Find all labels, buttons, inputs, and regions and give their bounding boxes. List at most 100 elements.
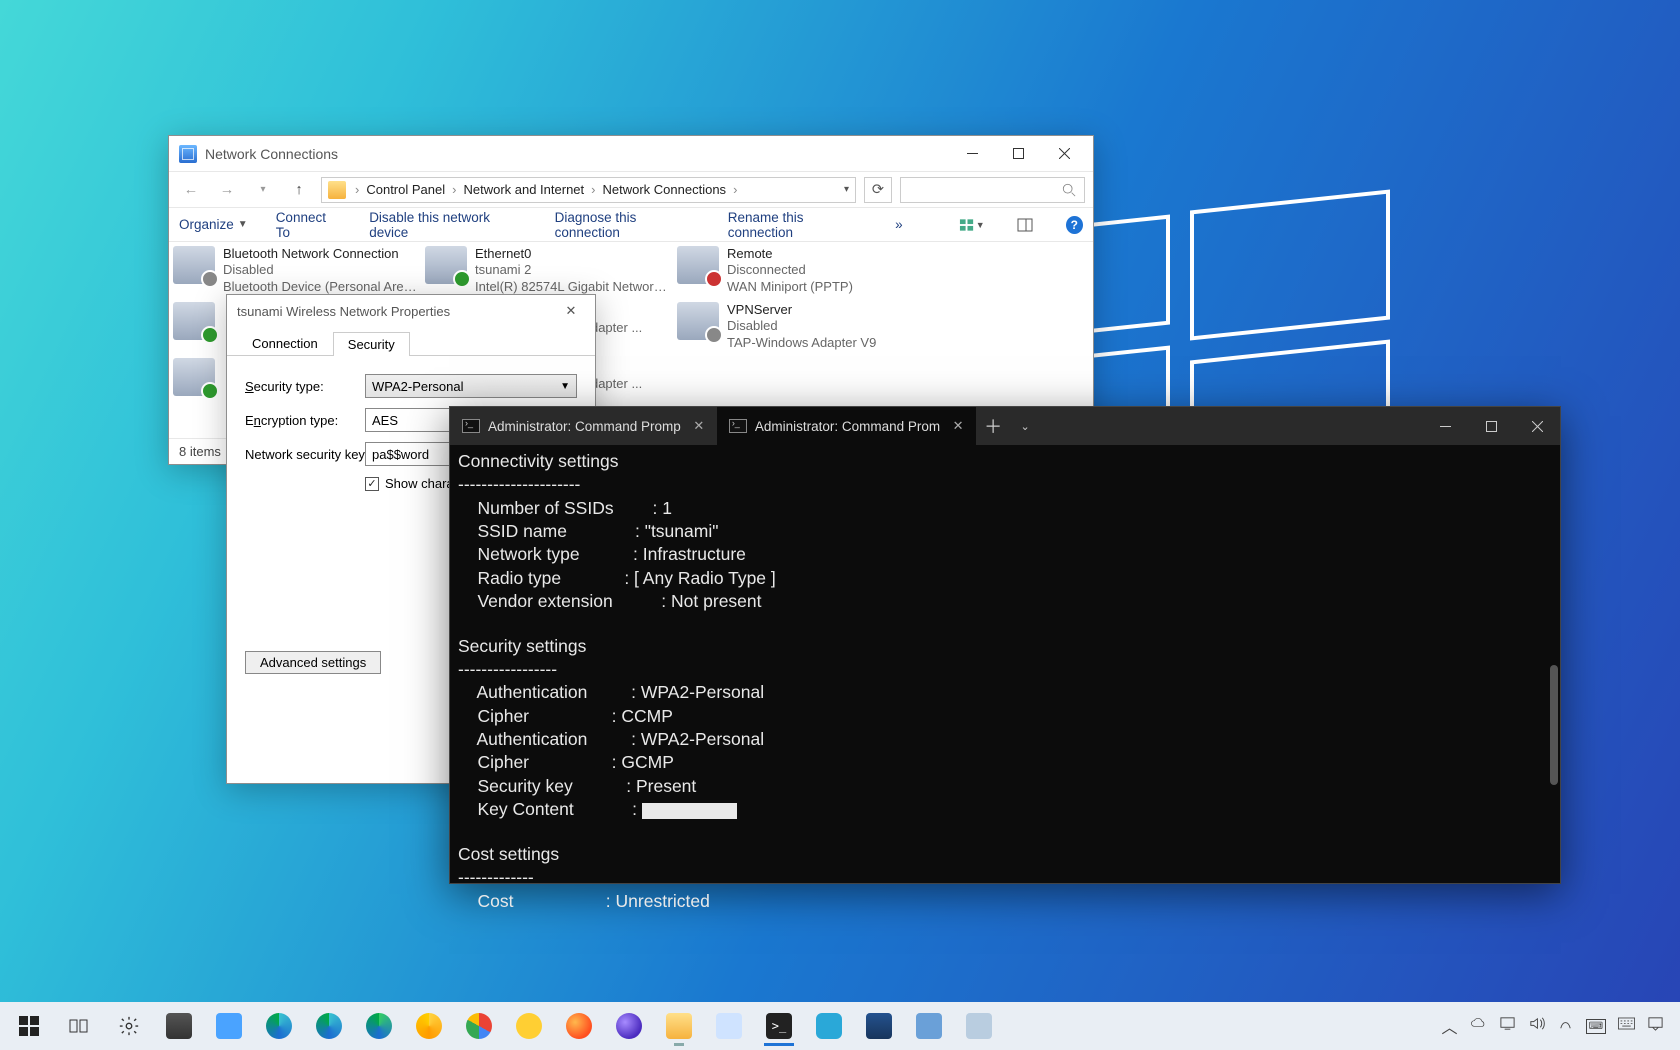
tab-close-button[interactable]: ✕ [948,416,968,436]
search-input[interactable] [900,177,1085,203]
close-button[interactable]: ✕ [557,297,585,325]
connection-item[interactable]: Remote Disconnected WAN Miniport (PPTP) [677,246,925,295]
chevron-right-icon: › [730,182,740,197]
taskbar-firefox-nightly-icon[interactable] [606,1004,652,1048]
navigation-bar: ← → ▾ ↑ › Control Panel › Network and In… [169,172,1093,208]
network-icon [179,145,197,163]
connection-item[interactable]: Bluetooth Network Connection Disabled Bl… [173,246,421,295]
taskbar-app-icon[interactable] [806,1004,852,1048]
taskbar-vpn-icon[interactable] [856,1004,902,1048]
tab-security[interactable]: Security [333,332,410,356]
breadcrumb[interactable]: › Control Panel › Network and Internet ›… [321,177,856,203]
task-view-button[interactable] [56,1004,102,1048]
taskbar-edge-canary-icon[interactable] [406,1004,452,1048]
notifications-icon[interactable] [1647,1015,1664,1037]
refresh-button[interactable]: ⟳ [864,177,892,203]
chevron-down-icon[interactable]: ▾ [844,184,849,195]
tray-app-icon[interactable] [1557,1015,1574,1037]
dialog-titlebar[interactable]: tsunami Wireless Network Properties ✕ [227,295,595,327]
language-icon[interactable]: ⌨ [1586,1019,1606,1034]
titlebar[interactable]: Network Connections [169,136,1093,172]
new-tab-button[interactable]: ＋ [976,407,1010,445]
terminal-tab[interactable]: Administrator: Command Prom ✕ [717,407,976,445]
adapter-icon [173,302,215,340]
forward-button[interactable]: → [213,176,241,204]
diagnose-button[interactable]: Diagnose this connection [555,210,700,240]
dialog-title: tsunami Wireless Network Properties [237,304,450,319]
minimize-button[interactable] [1422,407,1468,445]
minimize-button[interactable] [949,139,995,169]
taskbar-chrome-canary-icon[interactable] [506,1004,552,1048]
advanced-settings-button[interactable]: Advanced settings [245,651,381,674]
volume-icon[interactable] [1528,1015,1545,1037]
connection-name: VPNServer [727,302,876,318]
terminal-titlebar[interactable]: Administrator: Command Promp ✕ Administr… [450,407,1560,445]
connect-to-button[interactable]: Connect To [276,210,342,240]
terminal-tab[interactable]: Administrator: Command Promp ✕ [450,407,717,445]
tray-overflow-icon[interactable]: ︿ [1442,1014,1458,1038]
view-menu[interactable]: ▼ [959,212,985,238]
maximize-button[interactable] [1468,407,1514,445]
organize-menu[interactable]: Organize▼ [179,217,248,232]
breadcrumb-item[interactable]: Network and Internet [463,182,584,197]
breadcrumb-item[interactable]: Network Connections [603,182,727,197]
close-button[interactable] [1514,407,1560,445]
scrollbar-thumb[interactable] [1550,665,1558,785]
connection-name: Remote [727,246,853,262]
start-button[interactable] [6,1004,52,1048]
taskbar-explorer-icon[interactable] [656,1004,702,1048]
network-tray-icon[interactable] [1499,1015,1516,1037]
up-button[interactable]: ↑ [285,176,313,204]
close-button[interactable] [1041,139,1087,169]
taskbar-edge-icon[interactable] [256,1004,302,1048]
taskbar-terminal-icon[interactable]: >_ [756,1004,802,1048]
connection-status: Disabled [727,318,876,334]
terminal-output[interactable]: Connectivity settings ------------------… [450,445,1560,920]
connection-item[interactable] [173,302,223,340]
cmd-icon [462,419,480,433]
connection-status: Disabled [223,262,421,278]
connection-name: Bluetooth Network Connection [223,246,421,262]
taskbar-firefox-icon[interactable] [556,1004,602,1048]
preview-pane-button[interactable] [1013,212,1038,238]
recent-dropdown[interactable]: ▾ [249,176,277,204]
keyboard-icon[interactable] [1618,1015,1635,1037]
taskbar-app3-icon[interactable] [956,1004,1002,1048]
taskbar-edge-beta-icon[interactable] [306,1004,352,1048]
rename-button[interactable]: Rename this connection [728,210,867,240]
taskbar-settings-icon[interactable] [106,1004,152,1048]
cmd-icon [729,419,747,433]
connection-item[interactable]: VPNServer Disabled TAP-Windows Adapter V… [677,302,925,351]
maximize-button[interactable] [995,139,1041,169]
more-commands[interactable]: » [895,217,903,232]
show-characters-checkbox[interactable]: ✓ [365,477,379,491]
connection-item[interactable] [173,358,223,396]
taskbar-store-icon[interactable] [156,1004,202,1048]
tab-dropdown-button[interactable]: ⌄ [1010,407,1040,445]
security-type-select[interactable]: WPA2-Personal▼ [365,374,577,398]
tab-label: Administrator: Command Prom [755,419,940,434]
scrollbar[interactable] [1546,445,1558,881]
taskbar-chrome-icon[interactable] [456,1004,502,1048]
tab-connection[interactable]: Connection [237,331,333,355]
connection-item[interactable]: Ethernet0 tsunami 2 Intel(R) 82574L Giga… [425,246,673,295]
taskbar-mail-icon[interactable] [706,1004,752,1048]
tab-bar: Connection Security [227,327,595,356]
adapter-icon [173,358,215,396]
window-title: Network Connections [205,146,949,162]
connection-name: Ethernet0 [475,246,673,262]
redacted-key-content [642,803,737,819]
security-type-label: Security type: [245,379,365,394]
taskbar-edge-dev-icon[interactable] [356,1004,402,1048]
disable-device-button[interactable]: Disable this network device [369,210,526,240]
taskbar-phone-icon[interactable] [206,1004,252,1048]
breadcrumb-item[interactable]: Control Panel [366,182,445,197]
tab-close-button[interactable]: ✕ [689,416,709,436]
connection-device: WAN Miniport (PPTP) [727,279,853,295]
help-button[interactable]: ? [1066,216,1083,234]
onedrive-icon[interactable] [1470,1015,1487,1037]
taskbar-app2-icon[interactable] [906,1004,952,1048]
back-button[interactable]: ← [177,176,205,204]
connection-device: Bluetooth Device (Personal Area ... [223,279,421,295]
connection-device: TAP-Windows Adapter V9 [727,335,876,351]
